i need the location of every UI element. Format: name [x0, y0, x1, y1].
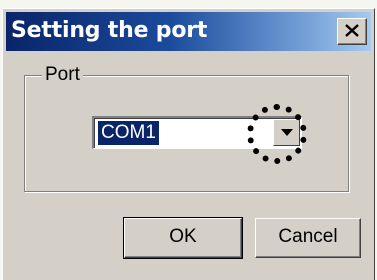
chevron-down-icon	[281, 129, 293, 136]
dropdown-button[interactable]	[273, 119, 300, 146]
port-combobox[interactable]: COM1	[92, 116, 302, 149]
ok-button[interactable]: OK	[123, 217, 243, 259]
title-bar[interactable]: Setting the port	[6, 12, 371, 51]
port-group-label: Port	[42, 64, 83, 86]
dialog-title: Setting the port	[11, 18, 208, 43]
cancel-button[interactable]: Cancel	[255, 218, 361, 258]
port-selected-value: COM1	[98, 121, 159, 145]
close-button[interactable]	[337, 18, 367, 45]
close-icon	[345, 24, 359, 37]
